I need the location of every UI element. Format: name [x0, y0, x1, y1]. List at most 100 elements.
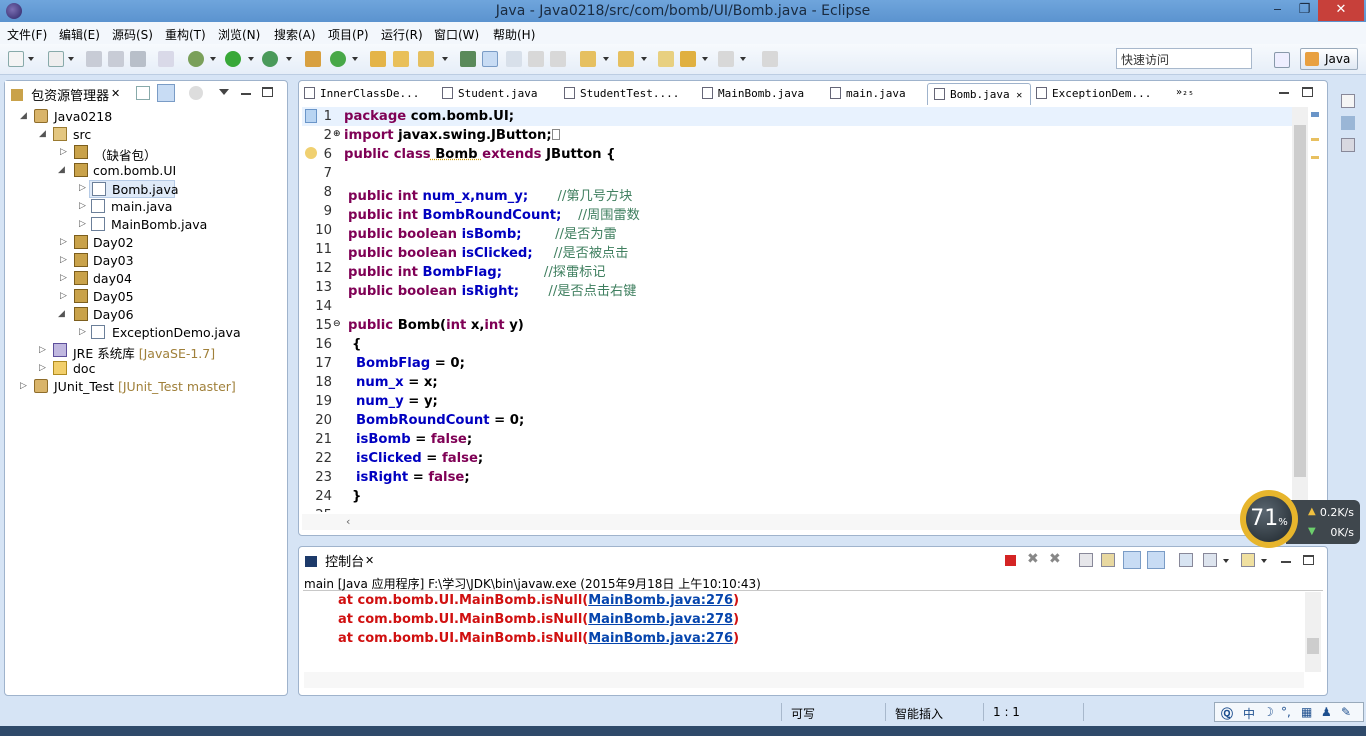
minimize-button[interactable]: ‒	[1264, 0, 1291, 21]
tree-item-doc[interactable]: ▷ doc	[39, 360, 239, 378]
clear-console-icon[interactable]	[1079, 553, 1093, 567]
save-icon[interactable]	[86, 51, 102, 67]
external-tools-dropdown-icon[interactable]	[286, 57, 292, 61]
mark-occurrences-icon[interactable]	[482, 51, 498, 67]
minimize-view-icon[interactable]	[241, 93, 251, 95]
forward-dropdown-icon[interactable]	[740, 57, 746, 61]
word-wrap-icon[interactable]	[528, 51, 544, 67]
tree-item-junit-test[interactable]: ▷ JUnit_Test [JUnit_Test master]	[20, 378, 280, 396]
tree-item-day04[interactable]: ▷ day04	[60, 270, 260, 288]
close-icon[interactable]: ✕	[111, 87, 120, 100]
collapsed-icon[interactable]: ▷	[60, 255, 67, 265]
open-type-icon[interactable]	[370, 51, 386, 67]
display-console-dropdown-icon[interactable]	[1223, 559, 1229, 563]
debug-icon[interactable]	[188, 51, 204, 67]
tree-item-mainbomb-java[interactable]: ▷ MainBomb.java	[79, 216, 279, 234]
outline-view-icon[interactable]	[1341, 116, 1355, 130]
collapsed-icon[interactable]: ▷	[20, 381, 27, 391]
display-console-icon[interactable]	[1203, 553, 1217, 567]
stack-trace-link[interactable]: MainBomb.java:278	[588, 612, 733, 627]
menu-refactor[interactable]: 重构(T)	[165, 26, 206, 43]
menu-navigate[interactable]: 浏览(N)	[218, 26, 260, 43]
collapsed-icon[interactable]: ▷	[60, 237, 67, 247]
tree-item-bomb-java[interactable]: Bomb.java	[89, 180, 179, 198]
tree-item-day03[interactable]: ▷ Day03	[60, 252, 260, 270]
minimize-editor-icon[interactable]	[1279, 92, 1289, 94]
new-class-dropdown-icon[interactable]	[352, 57, 358, 61]
quick-access-input[interactable]: 快速访问	[1116, 48, 1252, 69]
next-edit-icon[interactable]	[580, 51, 596, 67]
scrollbar-thumb[interactable]	[1294, 125, 1306, 477]
new-icon[interactable]	[8, 51, 24, 67]
collapsed-icon[interactable]: ▷	[60, 147, 67, 157]
debug-dropdown-icon[interactable]	[210, 57, 216, 61]
expanded-icon[interactable]: ◢	[58, 165, 65, 175]
ime-settings-icon[interactable]: ✎	[1341, 705, 1351, 719]
print-icon[interactable]	[130, 51, 146, 67]
show-on-error-icon[interactable]	[1147, 551, 1165, 569]
ime-user-icon[interactable]: ♟	[1321, 705, 1332, 719]
search-dropdown-icon[interactable]	[442, 57, 448, 61]
java-perspective-button[interactable]: Java	[1300, 48, 1358, 70]
expanded-icon[interactable]: ◢	[39, 129, 46, 139]
tab-overflow[interactable]: »₂₅	[1176, 83, 1194, 105]
tree-item-java0218[interactable]: ◢ Java0218	[20, 108, 280, 126]
ime-toolbar[interactable]: Ⓠ 中 ☽ °, ▦ ♟ ✎	[1214, 702, 1364, 722]
collapse-all-icon[interactable]	[136, 86, 150, 100]
tree-item-com-bomb-ui[interactable]: ◢ com.bomb.UI	[58, 162, 278, 180]
new-project-icon[interactable]	[48, 51, 64, 67]
ime-halfwidth-icon[interactable]: ☽	[1263, 705, 1274, 719]
new-class-icon[interactable]	[330, 51, 346, 67]
menu-project[interactable]: 项目(P)	[328, 26, 369, 43]
link-editor-icon[interactable]	[157, 84, 175, 102]
next-annotation-icon[interactable]	[460, 51, 476, 67]
back-history-icon[interactable]	[680, 51, 696, 67]
tree-item-day05[interactable]: ▷ Day05	[60, 288, 260, 306]
next-edit-dropdown-icon[interactable]	[603, 57, 609, 61]
save-all-icon[interactable]	[108, 51, 124, 67]
tab-student[interactable]: Student.java	[442, 83, 552, 105]
show-whitespace-icon[interactable]	[550, 51, 566, 67]
console-horizontal-scrollbar[interactable]	[304, 672, 1304, 688]
open-console-dropdown-icon[interactable]	[1261, 559, 1267, 563]
open-folder-icon[interactable]	[393, 51, 409, 67]
folded-imports-icon[interactable]	[551, 129, 560, 140]
network-speed-widget[interactable]: 71% ▲ 0.2K/s ▼ 0K/s	[1238, 490, 1360, 548]
new-java-project-icon[interactable]	[305, 51, 321, 67]
tree-item-day06[interactable]: ◢ Day06	[58, 306, 258, 324]
editor-vertical-scrollbar[interactable]	[1292, 107, 1308, 512]
menu-source[interactable]: 源码(S)	[112, 26, 153, 43]
prev-edit-dropdown-icon[interactable]	[641, 57, 647, 61]
console-vertical-scrollbar[interactable]	[1305, 592, 1321, 672]
minimize-console-icon[interactable]	[1281, 561, 1291, 563]
close-icon[interactable]: ✕	[1016, 90, 1022, 101]
menu-run[interactable]: 运行(R)	[381, 26, 423, 43]
pin-editor-icon[interactable]	[762, 51, 778, 67]
menu-window[interactable]: 窗口(W)	[434, 26, 479, 43]
menu-file[interactable]: 文件(F)	[7, 26, 47, 43]
fold-expand-icon[interactable]: ⊕	[333, 129, 341, 139]
remove-launch-icon[interactable]: ✖	[1027, 551, 1039, 567]
back-icon[interactable]	[658, 51, 674, 67]
focus-icon[interactable]	[189, 86, 203, 100]
tab-studenttest[interactable]: StudentTest....	[564, 83, 698, 105]
tree-item-jre-library[interactable]: ▷ JRE 系统库 [JavaSE-1.7]	[39, 342, 279, 361]
tab-innerclassdemo[interactable]: InnerClassDe...	[304, 83, 432, 105]
menu-search[interactable]: 搜索(A)	[274, 26, 316, 43]
scroll-left-icon[interactable]: ‹	[346, 515, 350, 528]
menu-edit[interactable]: 编辑(E)	[59, 26, 100, 43]
terminate-icon[interactable]	[1005, 555, 1016, 566]
expanded-icon[interactable]: ◢	[58, 309, 65, 319]
tab-main[interactable]: main.java	[830, 83, 920, 105]
code-editor[interactable]: ⊕ ⊖ 1 package com.bomb.UI; 2 import javax.…	[302, 107, 1292, 512]
tab-mainbomb[interactable]: MainBomb.java	[702, 83, 814, 105]
run-icon[interactable]	[225, 51, 241, 67]
prev-edit-icon[interactable]	[618, 51, 634, 67]
run-dropdown-icon[interactable]	[248, 57, 254, 61]
collapsed-icon[interactable]: ▷	[60, 291, 67, 301]
maximize-editor-icon[interactable]	[1302, 87, 1313, 97]
restore-button[interactable]: ❐	[1291, 0, 1318, 21]
back-dropdown-icon[interactable]	[702, 57, 708, 61]
tab-bomb[interactable]: Bomb.java ✕	[927, 83, 1031, 105]
collapsed-icon[interactable]: ▷	[39, 363, 46, 373]
